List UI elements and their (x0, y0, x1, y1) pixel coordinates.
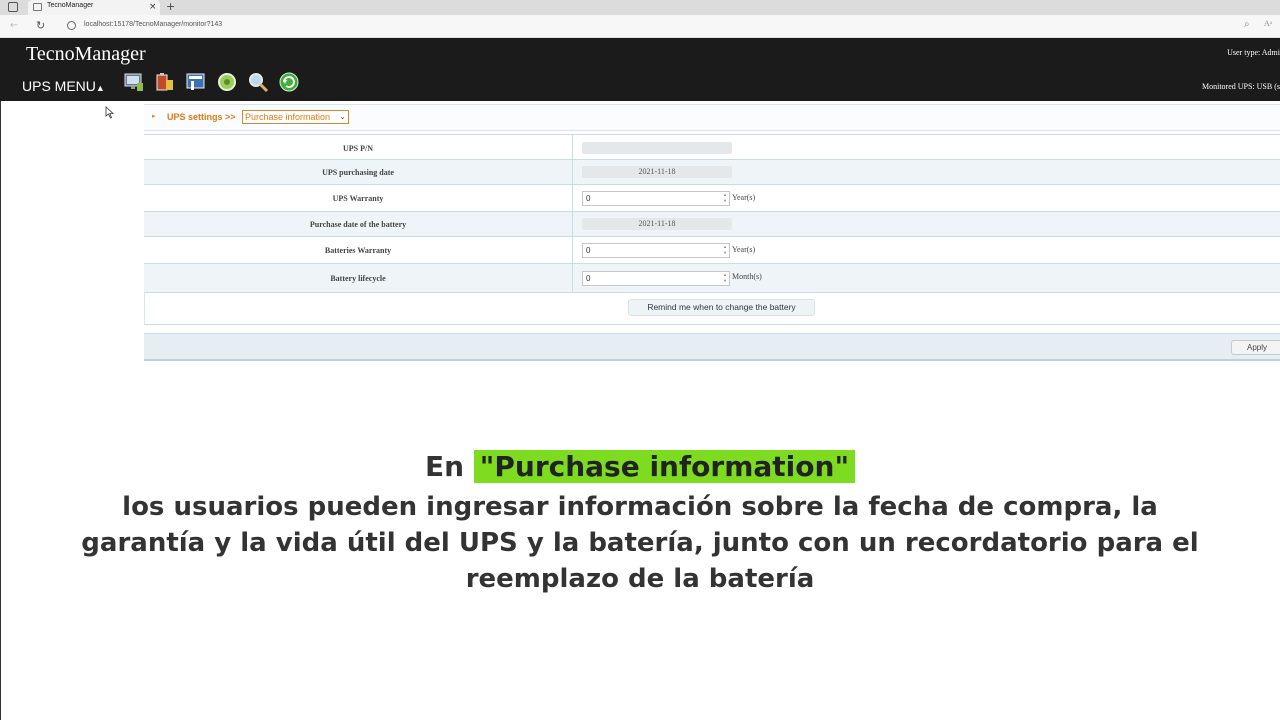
form-row-ups-purchasing-date: UPS purchasing date 2021-11-18 (144, 160, 1280, 185)
ups-purchasing-date-field: 2021-11-18 (582, 166, 732, 178)
mouse-cursor-icon (105, 106, 114, 119)
section-select[interactable]: Purchase information ⌄ (242, 110, 349, 124)
column-divider (572, 185, 573, 212)
section-select-value: Purchase information (245, 112, 331, 122)
subtitle-body: los usuarios pueden ingresar información… (81, 492, 1199, 594)
apply-bar: Apply (144, 333, 1280, 361)
read-aloud-icon[interactable]: Aᵃ (1264, 19, 1272, 28)
column-divider (572, 237, 573, 264)
ups-warranty-value: 0 (586, 194, 591, 203)
unit-label: Year(s) (732, 245, 756, 254)
ups-warranty-input[interactable]: 0 ▲ ▼ (582, 191, 730, 206)
browser-tab[interactable]: TecnoManager × (28, 0, 160, 15)
back-icon[interactable]: ← (10, 20, 18, 31)
form-row-battery-lifecycle: Battery lifecycle 0 ▲ ▼ Month(s) (144, 264, 1280, 293)
chevron-down-icon: ⌄ (339, 112, 346, 121)
remind-battery-button[interactable]: Remind me when to change the battery (628, 299, 815, 316)
batteries-warranty-value: 0 (586, 246, 591, 255)
column-divider (572, 135, 573, 161)
column-divider (572, 264, 573, 293)
search-icon[interactable]: ⌕ (1244, 19, 1250, 30)
form-row-ups-warranty: UPS Warranty 0 ▲ ▼ Year(s) (144, 185, 1280, 212)
battery-lifecycle-value: 0 (586, 274, 591, 283)
ups-pn-field (582, 142, 732, 154)
app-header: TecnoManager User type: Admi Monitored U… (0, 38, 1280, 101)
browser-tab-bar: TecnoManager × + (0, 0, 1280, 15)
refresh-icon[interactable] (278, 71, 300, 93)
battery-purchase-date-field: 2021-11-18 (582, 218, 732, 230)
form-row-battery-purchase-date: Purchase date of the battery 2021-11-18 (144, 212, 1280, 237)
subtitle-highlight: "Purchase information" (473, 450, 856, 483)
caret-up-icon: ▲ (95, 83, 105, 93)
row-label: UPS P/N (343, 144, 373, 153)
tab-close-icon[interactable]: × (149, 1, 157, 13)
monitored-ups-label: Monitored UPS: USB (s (1201, 82, 1280, 91)
form-row-batteries-warranty: Batteries Warranty 0 ▲ ▼ Year(s) (144, 237, 1280, 264)
remind-row: Remind me when to change the battery (144, 293, 1280, 325)
batteries-warranty-input[interactable]: 0 ▲ ▼ (582, 243, 730, 258)
spinner-icon[interactable]: ▲ ▼ (722, 192, 728, 205)
row-label: Purchase date of the battery (309, 220, 407, 229)
url-field[interactable]: localhost:15178/TecnoManager/monitor?143 (84, 21, 222, 28)
spinner-icon[interactable]: ▲ ▼ (722, 272, 728, 285)
ups-menu-label: UPS MENU (22, 78, 96, 94)
row-label: Batteries Warranty (324, 246, 392, 255)
form-row-ups-pn: UPS P/N (144, 134, 1280, 161)
favicon-icon (33, 3, 42, 11)
address-bar: ← ↻ localhost:15178/TecnoManager/monitor… (0, 15, 1280, 38)
new-tab-button[interactable]: + (166, 0, 175, 14)
row-label: UPS purchasing date (322, 168, 394, 177)
bullet-icon: ▸ (152, 112, 156, 120)
column-divider (572, 160, 573, 185)
apply-button[interactable]: Apply (1231, 340, 1280, 355)
site-info-icon[interactable] (67, 21, 76, 30)
page-edge-divider (0, 101, 1, 720)
app-brand: TecnoManager (26, 43, 146, 65)
tab-title: TecnoManager (47, 2, 94, 9)
settings-header: ▸ UPS settings >> Purchase information ⌄ (144, 104, 1280, 131)
user-type-label: User type: Admi (1227, 48, 1280, 57)
monitor-icon[interactable] (123, 71, 145, 93)
tab-actions-icon[interactable] (8, 2, 18, 12)
unit-label: Month(s) (732, 272, 762, 281)
search-magnifier-icon[interactable] (247, 71, 269, 93)
row-label: UPS Warranty (332, 194, 384, 203)
spinner-icon[interactable]: ▲ ▼ (722, 244, 728, 257)
battery-lifecycle-input[interactable]: 0 ▲ ▼ (582, 271, 730, 286)
reload-icon[interactable]: ↻ (36, 19, 45, 32)
status-icon[interactable] (216, 71, 238, 93)
subtitle-prefix: En (424, 450, 465, 483)
ups-settings-label: UPS settings >> (167, 112, 236, 122)
column-divider (572, 212, 573, 237)
subtitle-heading: En "Purchase information" (0, 447, 1280, 487)
ups-menu-button[interactable]: UPS MENU▲ (22, 78, 105, 94)
row-label: Battery lifecycle (330, 274, 386, 283)
battery-icon[interactable] (154, 71, 176, 93)
unit-label: Year(s) (732, 193, 756, 202)
config-icon[interactable] (185, 71, 207, 93)
